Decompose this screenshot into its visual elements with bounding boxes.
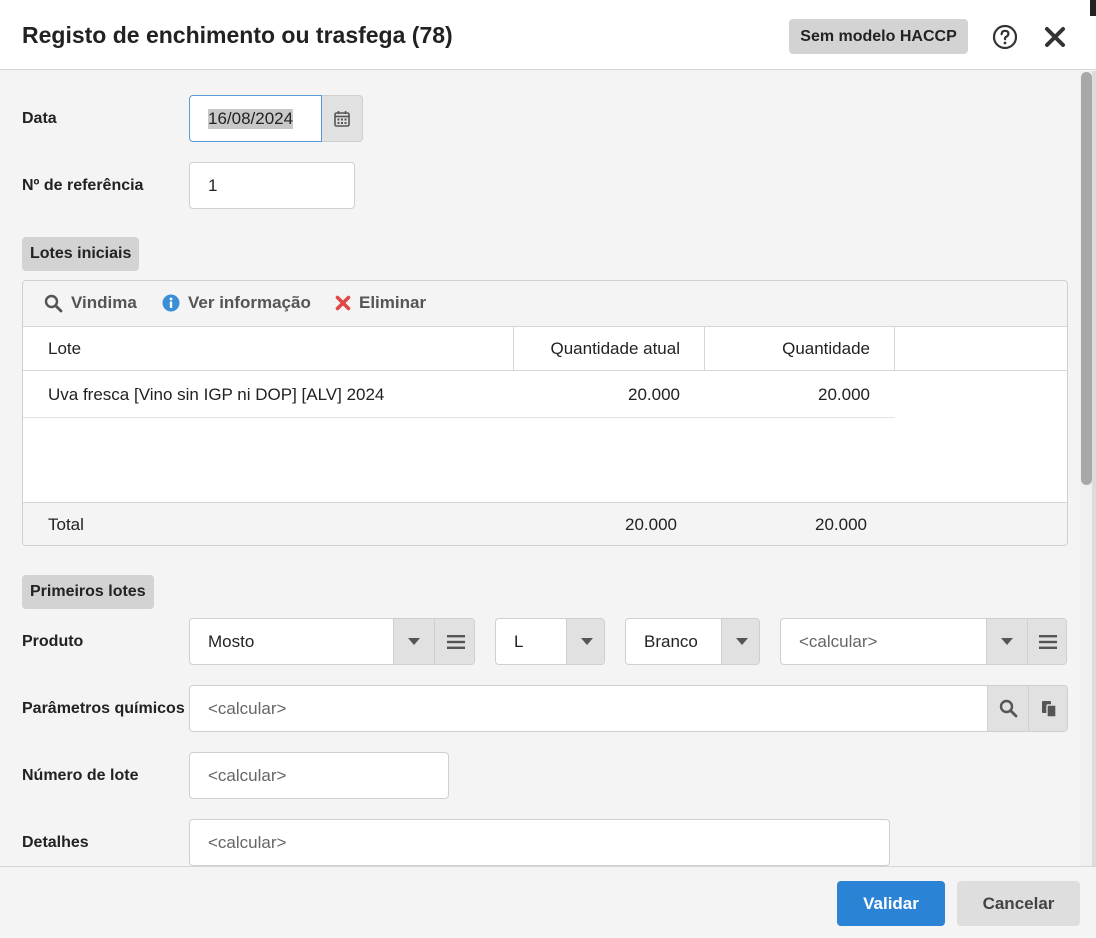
validar-button[interactable]: Validar bbox=[837, 881, 945, 926]
color-select[interactable]: Branco bbox=[625, 618, 760, 665]
table-toolbar: Vindima Ver informação Eliminar bbox=[23, 281, 1067, 327]
cell-lote: Uva fresca [Vino sin IGP ni DOP] [ALV] 2… bbox=[48, 385, 385, 404]
calendar-icon bbox=[334, 111, 350, 127]
menu-icon bbox=[1039, 634, 1057, 649]
ver-info-label: Ver informação bbox=[188, 293, 311, 312]
total-label: Total bbox=[48, 515, 84, 534]
search-icon bbox=[999, 699, 1017, 718]
parametros-input[interactable]: <calcular> bbox=[189, 685, 1068, 732]
column-qtd[interactable]: Quantidade bbox=[705, 327, 870, 371]
parametros-search-button[interactable] bbox=[987, 686, 1028, 731]
eliminar-button[interactable]: Eliminar bbox=[335, 293, 426, 313]
column-divider bbox=[894, 327, 895, 371]
unit-dropdown-button[interactable] bbox=[566, 619, 604, 664]
close-icon[interactable] bbox=[1043, 25, 1067, 49]
detalhes-input[interactable]: <calcular> bbox=[189, 819, 890, 866]
numero-lote-label: Número de lote bbox=[22, 767, 139, 784]
window-edge bbox=[1090, 0, 1096, 16]
haccp-button[interactable]: Sem modelo HACCP bbox=[789, 19, 968, 54]
calendar-button[interactable] bbox=[322, 95, 363, 142]
search-icon bbox=[44, 294, 63, 312]
column-divider bbox=[513, 327, 514, 371]
detalhes-label: Detalhes bbox=[22, 834, 89, 851]
cell-qtd: 20.000 bbox=[818, 385, 870, 404]
lotes-iniciais-table: Vindima Ver informação Eliminar Lote Qua… bbox=[22, 280, 1068, 546]
date-input[interactable]: 16/08/2024 bbox=[189, 95, 322, 142]
dialog-content: Data 16/08/2024 Nº de referência 1 Lotes… bbox=[0, 71, 1080, 866]
dialog-title: Registo de enchimento ou trasfega (78) bbox=[22, 22, 453, 48]
chevron-down-icon bbox=[580, 638, 593, 645]
parametros-placeholder: <calcular> bbox=[208, 698, 287, 718]
table-row[interactable]: Uva fresca [Vino sin IGP ni DOP] [ALV] 2… bbox=[23, 372, 895, 418]
scrollbar-thumb[interactable] bbox=[1081, 72, 1092, 485]
table-header: Lote Quantidade atual Quantidade bbox=[23, 327, 1067, 371]
menu-icon bbox=[446, 634, 465, 649]
chevron-down-icon bbox=[735, 638, 748, 645]
vindima-button[interactable]: Vindima bbox=[44, 293, 137, 313]
section-primeiros-lotes: Primeiros lotes bbox=[22, 575, 154, 609]
total-qtd: 20.000 bbox=[815, 515, 867, 534]
cell-qtd-atual: 20.000 bbox=[628, 385, 680, 404]
total-qtd-atual: 20.000 bbox=[625, 515, 677, 534]
column-lote[interactable]: Lote bbox=[48, 327, 81, 371]
column-divider bbox=[704, 327, 705, 371]
date-value: 16/08/2024 bbox=[208, 108, 294, 129]
parametros-copy-button[interactable] bbox=[1028, 686, 1067, 731]
color-dropdown-button[interactable] bbox=[721, 619, 759, 664]
ver-info-button[interactable]: Ver informação bbox=[162, 293, 311, 313]
extra-list-button[interactable] bbox=[1027, 619, 1066, 664]
copy-icon bbox=[1042, 700, 1057, 718]
cancelar-button[interactable]: Cancelar bbox=[957, 881, 1080, 926]
ref-input[interactable]: 1 bbox=[189, 162, 355, 209]
color-value: Branco bbox=[644, 631, 698, 651]
produto-value: Mosto bbox=[208, 631, 255, 651]
column-qtd-atual[interactable]: Quantidade atual bbox=[514, 327, 681, 371]
ref-label: Nº de referência bbox=[22, 177, 144, 194]
unit-select[interactable]: L bbox=[495, 618, 605, 665]
parametros-label: Parâmetros químicos bbox=[22, 700, 185, 717]
date-field: 16/08/2024 bbox=[189, 95, 363, 142]
produto-dropdown-button[interactable] bbox=[393, 619, 434, 664]
dialog-header: Registo de enchimento ou trasfega (78) S… bbox=[0, 0, 1096, 70]
numero-lote-input[interactable]: <calcular> bbox=[189, 752, 449, 799]
eliminar-label: Eliminar bbox=[359, 293, 427, 312]
chevron-down-icon bbox=[408, 638, 420, 645]
chevron-down-icon bbox=[1001, 638, 1013, 645]
extra-placeholder: <calcular> bbox=[799, 631, 878, 651]
delete-icon bbox=[335, 295, 351, 311]
vindima-label: Vindima bbox=[71, 293, 137, 312]
extra-select[interactable]: <calcular> bbox=[780, 618, 1067, 665]
info-icon bbox=[162, 294, 180, 312]
produto-list-button[interactable] bbox=[434, 619, 474, 664]
date-label: Data bbox=[22, 110, 57, 127]
table-footer: Total 20.000 20.000 bbox=[23, 502, 1067, 545]
section-lotes-iniciais: Lotes iniciais bbox=[22, 237, 140, 271]
dialog-footer: Validar Cancelar bbox=[0, 866, 1096, 938]
produto-select[interactable]: Mosto bbox=[189, 618, 475, 665]
extra-dropdown-button[interactable] bbox=[986, 619, 1027, 664]
produto-label: Produto bbox=[22, 633, 84, 650]
help-icon[interactable] bbox=[992, 24, 1018, 50]
background-strip bbox=[1092, 71, 1096, 866]
unit-value: L bbox=[514, 631, 524, 651]
